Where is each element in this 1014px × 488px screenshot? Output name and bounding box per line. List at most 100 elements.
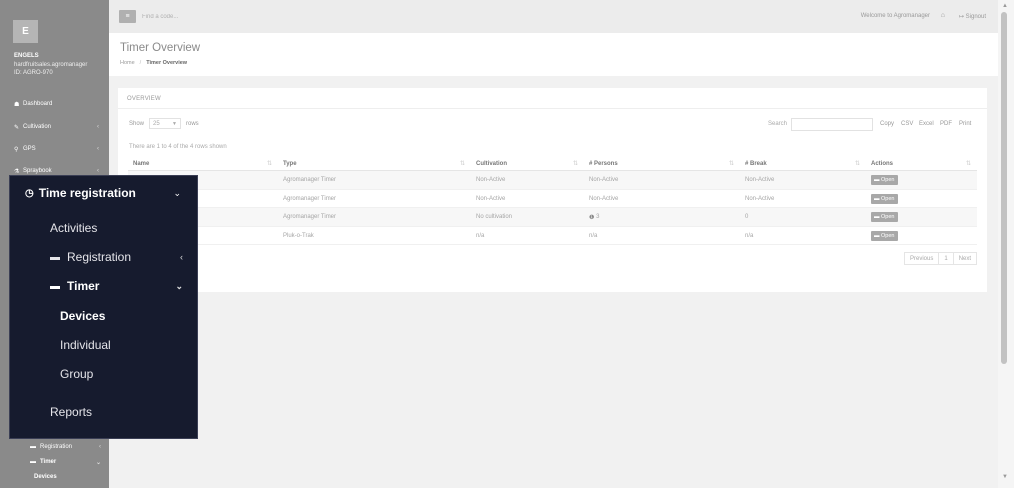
csv-button[interactable]: CSV [901, 121, 913, 127]
folder-icon: ▬ [30, 444, 36, 450]
welcome-text: Welcome to Agromanager [860, 13, 930, 19]
chevron-down-icon: ⌄ [175, 280, 183, 291]
open-button[interactable]: ▬ Open [871, 193, 898, 204]
menu-item-devices[interactable]: Devices [60, 309, 105, 323]
chevron-down-icon: ⌄ [173, 188, 181, 198]
menu-item-registration[interactable]: ▬ Registration ‹ [50, 250, 190, 264]
menu-item-label: Registration [67, 250, 132, 264]
column-header-type[interactable]: Type ⇅ [278, 156, 471, 171]
find-code-input[interactable] [142, 10, 342, 24]
rows-per-page-select[interactable]: 25 ▼ [149, 118, 181, 129]
pdf-button[interactable]: PDF [940, 121, 952, 127]
breadcrumb-separator: / [139, 60, 142, 66]
sidebar-subitem-timer[interactable]: ▬ Timer ⌄ [0, 455, 109, 469]
sort-icon: ⇅ [728, 161, 734, 167]
menu-item-reports[interactable]: Reports [50, 405, 92, 419]
folder-icon: ▬ [874, 177, 880, 183]
menu-item-group[interactable]: Group [60, 367, 93, 381]
print-button[interactable]: Print [959, 121, 971, 127]
menu-header-label: Time registration [38, 186, 136, 200]
chevron-down-icon: ⌄ [95, 459, 101, 466]
sidebar-item-cultivation[interactable]: ✎ Cultivation ‹ [0, 117, 109, 137]
menu-item-individual[interactable]: Individual [60, 338, 111, 352]
table-row: Pluk-o-Trak n/a n/a n/a ▬ Open [128, 227, 977, 245]
column-label: Name [133, 160, 150, 167]
signout-link[interactable]: ↦ Signout [959, 13, 986, 20]
cell-type: Pluk-o-Trak [283, 232, 314, 239]
clock-icon: ◷ [25, 187, 34, 199]
column-header-cultivation[interactable]: Cultivation ⇅ [471, 156, 584, 171]
pagination-previous[interactable]: Previous [905, 253, 940, 264]
open-label: Open [881, 232, 895, 239]
company-domain: hardfruitsales.agromanager [14, 62, 88, 68]
sidebar-subitem-devices[interactable]: Devices [0, 470, 109, 484]
page-scrollbar[interactable]: ▲ ▼ [998, 0, 1014, 488]
menu-item-activities[interactable]: Activities [50, 221, 97, 235]
time-registration-header[interactable]: ◷ Time registration [25, 186, 136, 200]
flask-icon: ⚗ [14, 168, 20, 175]
open-button[interactable]: ▬ Open [871, 212, 898, 222]
cell-cultivation: Non-Active [476, 195, 506, 202]
open-label: Open [881, 195, 895, 202]
home-icon: ☗ [14, 101, 20, 108]
open-button[interactable]: ▬ Open [871, 230, 898, 241]
menu-item-label: Timer [67, 279, 100, 293]
users-icon: ❶ [589, 214, 595, 221]
page-title: Timer Overview [120, 42, 201, 54]
cell-cultivation: Non-Active [476, 177, 506, 183]
copy-button[interactable]: Copy [880, 121, 894, 127]
column-label: # Break [745, 160, 767, 167]
sidebar-item-gps[interactable]: ⚲ GPS ‹ [0, 139, 109, 159]
sidebar-item-dashboard[interactable]: ☗ Dashboard [0, 94, 109, 114]
open-button[interactable]: ▬ Open [871, 175, 898, 185]
company-id: ID: AGRO-970 [14, 70, 53, 76]
cell-break: Non-Active [745, 195, 775, 202]
cell-type: Agromanager Timer [283, 195, 337, 202]
cell-actions: ▬ Open [866, 171, 898, 189]
top-bar: ≡ Welcome to Agromanager ⌂ ↦ Signout [109, 0, 998, 33]
breadcrumb-current: Timer Overview [146, 60, 188, 66]
rows-per-page-value: 25 [153, 120, 160, 127]
pagination: Previous 1 Next [904, 252, 978, 265]
cell-actions: ▬ Open [866, 190, 898, 208]
time-registration-menu: ◷ Time registration ⌄ Activities ▬ Regis… [9, 175, 198, 439]
cell-break: Non-Active [745, 177, 775, 183]
sidebar-subitem-registration[interactable]: ▬ Registration ‹ [0, 440, 109, 454]
cell-type: Agromanager Timer [283, 177, 337, 183]
table-search-input[interactable] [791, 118, 873, 131]
sidebar-item-label: Cultivation [23, 124, 52, 130]
sort-icon: ⇅ [965, 161, 971, 167]
signout-label: Signout [965, 14, 986, 20]
menu-item-timer[interactable]: ▬ Timer ⌄ [50, 279, 190, 293]
sort-icon: ⇅ [572, 161, 578, 167]
sort-icon: ⇅ [459, 161, 465, 167]
column-header-name[interactable]: Name ⇅ [128, 156, 278, 171]
scroll-up-icon[interactable]: ▲ [1002, 3, 1008, 9]
cell-cultivation: n/a [476, 232, 485, 239]
cell-persons: Non-Active [589, 195, 619, 202]
sort-icon: ⇅ [854, 161, 860, 167]
table-row: Agromanager Timer No cultivation ❶ 3 0 ▬… [128, 208, 977, 227]
scroll-down-icon[interactable]: ▼ [1002, 474, 1008, 480]
column-header-actions[interactable]: Actions ⇅ [866, 156, 977, 171]
cell-actions: ▬ Open [866, 208, 898, 226]
sidebar-item-label: Dashboard [23, 101, 53, 107]
folder-open-icon: ▬ [50, 280, 60, 292]
column-label: Actions [871, 160, 894, 167]
page-header: Timer Overview Home / Timer Overview [109, 33, 998, 76]
table-row: Agromanager Timer Non-Active Non-Active … [128, 190, 977, 208]
company-logo: E [13, 20, 38, 43]
sidebar-subitem-label: Registration [40, 444, 73, 450]
excel-button[interactable]: Excel [919, 121, 934, 127]
card-divider [118, 108, 987, 109]
folder-icon: ▬ [874, 232, 880, 239]
menu-toggle-button[interactable]: ≡ [119, 10, 136, 23]
pagination-next[interactable]: Next [954, 253, 976, 264]
pagination-page-1[interactable]: 1 [939, 253, 954, 264]
home-icon[interactable]: ⌂ [941, 12, 945, 19]
scrollbar-thumb[interactable] [1001, 12, 1007, 364]
chevron-down-icon: ▼ [172, 120, 177, 127]
column-header-persons[interactable]: # Persons ⇅ [584, 156, 740, 171]
column-header-break[interactable]: # Break ⇅ [740, 156, 866, 171]
breadcrumb-home[interactable]: Home [120, 60, 135, 66]
